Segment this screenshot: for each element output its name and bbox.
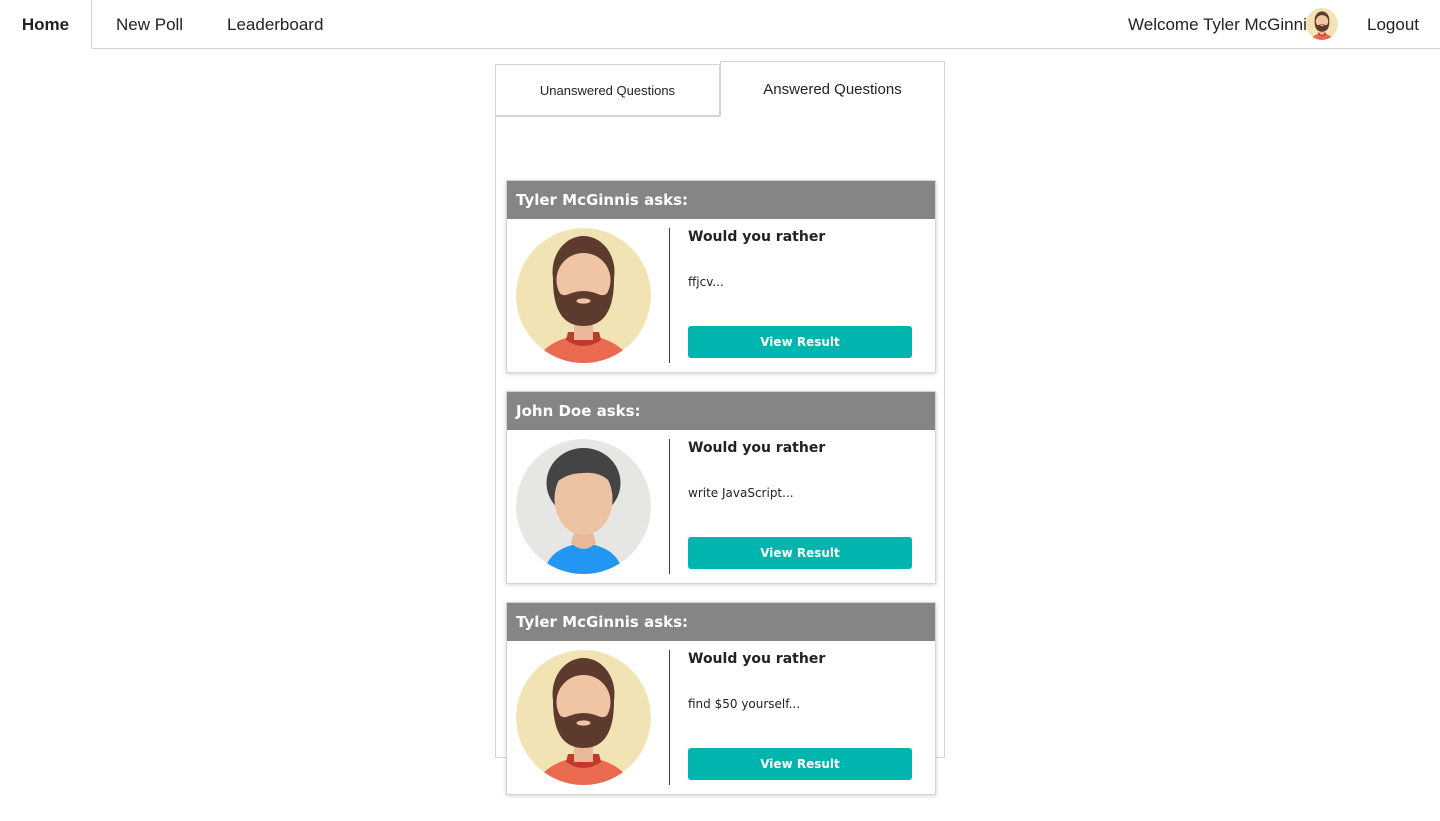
nav-new-poll-tab[interactable]: New Poll (116, 0, 183, 49)
bearded-man-avatar-icon (516, 650, 651, 785)
question-preview: ffjcv... (688, 275, 724, 289)
question-card: Tyler McGinnis asks: Would you rather ff… (506, 180, 936, 373)
user-avatar-icon (1306, 8, 1338, 40)
question-preview: write JavaScript... (688, 486, 794, 500)
questions-tabs: Unanswered Questions Answered Questions … (495, 61, 945, 795)
question-title: Would you rather (688, 229, 826, 245)
view-result-button[interactable]: View Result (688, 748, 912, 780)
question-card: Tyler McGinnis asks: Would you rather fi… (506, 602, 936, 795)
question-author: Tyler McGinnis asks: (507, 181, 935, 219)
answered-questions-panel: Tyler McGinnis asks: Would you rather ff… (495, 116, 945, 795)
question-author: John Doe asks: (507, 392, 935, 430)
nav-leaderboard-tab[interactable]: Leaderboard (227, 0, 323, 49)
card-divider (669, 228, 670, 363)
question-title: Would you rather (688, 440, 826, 456)
card-divider (669, 439, 670, 574)
question-card: John Doe asks: Would you rather write Ja… (506, 391, 936, 584)
top-nav: Home New Poll Leaderboard Welcome Tyler … (0, 0, 1440, 49)
tab-answered-questions[interactable]: Answered Questions (720, 61, 945, 117)
tab-unanswered-questions[interactable]: Unanswered Questions (495, 64, 720, 116)
question-preview: find $50 yourself... (688, 697, 801, 711)
logout-link[interactable]: Logout (1367, 0, 1419, 49)
view-result-button[interactable]: View Result (688, 326, 912, 358)
question-title: Would you rather (688, 651, 826, 667)
nav-home-tab[interactable]: Home (0, 0, 92, 49)
welcome-text: Welcome Tyler McGinnis (1128, 15, 1316, 34)
card-divider (669, 650, 670, 785)
question-author: Tyler McGinnis asks: (507, 603, 935, 641)
bearded-man-avatar-icon (516, 228, 651, 363)
dark-haired-man-avatar-icon (516, 439, 651, 574)
view-result-button[interactable]: View Result (688, 537, 912, 569)
